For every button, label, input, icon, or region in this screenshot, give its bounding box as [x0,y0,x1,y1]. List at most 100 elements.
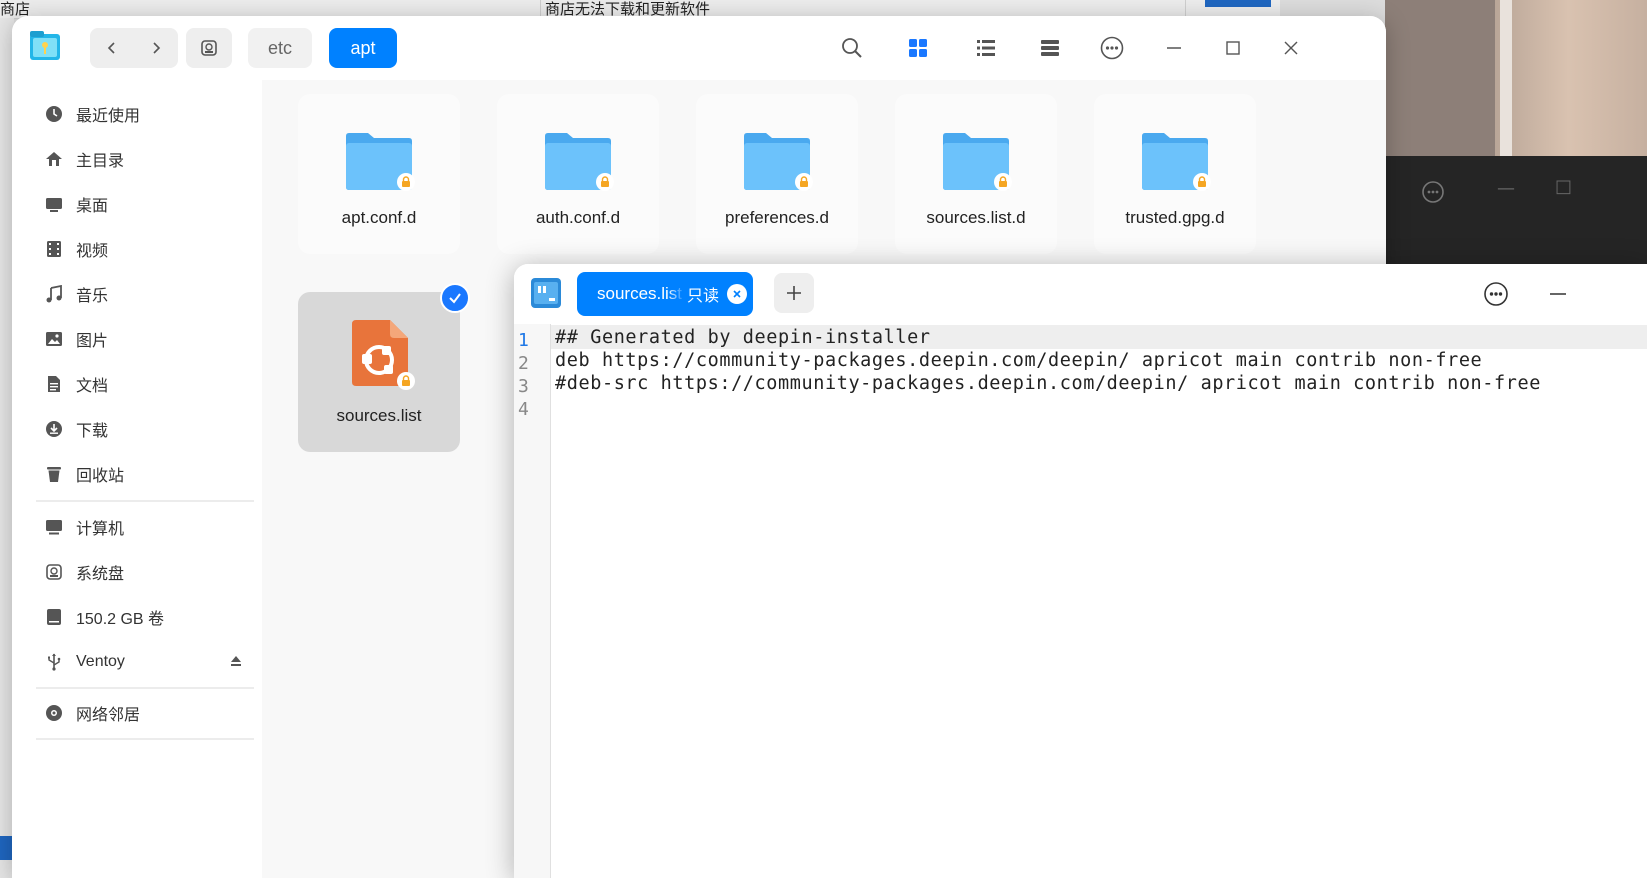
file-name: apt.conf.d [341,208,417,227]
sidebar-divider [36,738,254,740]
close-icon [1284,41,1298,55]
network-icon [44,703,64,723]
detail-view-icon [1041,40,1059,56]
sidebar-item-system-disk[interactable]: 系统盘 [36,552,256,592]
file-item-preferences-d[interactable]: preferences.d [696,94,858,254]
search-icon [842,38,862,58]
file-item-apt-conf-d[interactable]: apt.conf.d [298,94,460,254]
file-item-sources-list-d[interactable]: sources.list.d [895,94,1057,254]
download-icon [44,419,64,439]
sidebar-divider [36,500,254,502]
line-number-gutter: 1 2 3 4 [514,324,551,878]
lock-icon [397,372,415,390]
sidebar: 最近使用 主目录 桌面 视频 音乐 图片 文档 下载 回收站 计算机 系统盘 1… [12,80,262,878]
file-item-auth-conf-d[interactable]: auth.conf.d [497,94,659,254]
sidebar-item-label: 视频 [76,243,109,260]
tab-close-button[interactable] [727,284,747,304]
maximize-icon [1226,41,1240,55]
sidebar-item-trash[interactable]: 回收站 [36,454,256,494]
maximize-icon: □ [1555,176,1573,197]
sidebar-item-label: 主目录 [76,153,125,170]
sidebar-item-computer[interactable]: 计算机 [36,507,256,547]
text-editor-window: sources.list 只读 1 2 3 4 ## Generated by … [514,264,1647,878]
editor-minimize-button[interactable] [1544,280,1572,308]
file-name: auth.conf.d [535,208,621,227]
lock-icon [795,173,813,191]
video-icon [44,239,64,259]
text-editor-app-icon [531,278,561,308]
background-dark-window: — □ [1385,156,1647,278]
navigation-buttons [90,28,178,68]
sidebar-item-label: 文档 [76,378,109,395]
file-item-trusted-gpg-d[interactable]: trusted.gpg.d [1094,94,1256,254]
sidebar-item-network[interactable]: 网络邻居 [36,693,256,733]
breadcrumb-apt[interactable]: apt [329,28,397,68]
sidebar-item-ventoy[interactable]: Ventoy [36,642,256,682]
list-view-button[interactable] [968,30,1004,66]
sidebar-item-documents[interactable]: 文档 [36,364,256,404]
grid-view-icon [909,39,927,57]
minimize-icon: — [1497,178,1515,199]
background-photo [1385,0,1647,160]
tab-filename: sources.list [597,284,683,303]
sidebar-item-label: 下载 [76,423,109,440]
line-number: 2 [518,353,529,374]
sidebar-item-recent[interactable]: 最近使用 [36,94,256,134]
selected-check-icon [440,283,470,313]
lock-icon [994,173,1012,191]
file-name: trusted.gpg.d [1125,208,1225,227]
sidebar-item-downloads[interactable]: 下载 [36,409,256,449]
sidebar-item-label: 音乐 [76,288,109,305]
sidebar-item-label: 网络邻居 [76,707,141,724]
editor-menu-button[interactable] [1482,280,1510,308]
minimize-icon [1167,47,1181,49]
code-line[interactable]: #deb-src https://community-packages.deep… [555,373,1541,394]
new-tab-button[interactable] [774,273,814,313]
chevron-left-icon [107,42,115,54]
lock-icon [596,173,614,191]
sidebar-divider [36,687,254,689]
forward-button[interactable] [134,28,178,68]
sidebar-item-volume[interactable]: 150.2 GB 卷 [36,597,256,637]
sidebar-item-label: Ventoy [76,653,125,670]
computer-icon [44,517,64,537]
file-item-sources-list[interactable]: sources.list [298,283,470,452]
minimize-icon [1550,293,1566,295]
sidebar-item-desktop[interactable]: 桌面 [36,184,256,224]
sidebar-item-videos[interactable]: 视频 [36,229,256,269]
file-manager-titlebar: etc apt [12,16,1386,80]
breadcrumb-etc[interactable]: etc [248,28,312,68]
lock-icon [1193,173,1211,191]
icon-view-button[interactable] [900,30,936,66]
minimize-button[interactable] [1156,30,1192,66]
music-icon [44,284,64,304]
document-icon [44,374,64,394]
editor-tab-sources-list[interactable]: sources.list 只读 [577,272,753,316]
sidebar-item-label: 回收站 [76,468,125,485]
menu-button[interactable] [1094,30,1130,66]
eject-button[interactable] [230,655,242,670]
editor-titlebar: sources.list 只读 [514,264,1647,324]
sidebar-item-home[interactable]: 主目录 [36,139,256,179]
breadcrumb-root-disk[interactable] [186,28,232,68]
code-line[interactable]: deb https://community-packages.deepin.co… [555,350,1482,371]
usb-icon [44,652,64,672]
maximize-button[interactable] [1215,30,1251,66]
disk-icon [201,40,217,56]
tree-view-button[interactable] [1032,30,1068,66]
code-line[interactable]: ## Generated by deepin-installer [555,327,931,348]
picture-icon [44,329,64,349]
volume-icon [44,607,64,627]
home-icon [44,149,64,169]
background-blue-strip [1205,0,1271,7]
sidebar-item-pictures[interactable]: 图片 [36,319,256,359]
sidebar-item-label: 桌面 [76,198,109,215]
chevron-right-icon [153,42,161,54]
more-icon [1100,36,1124,60]
back-button[interactable] [90,28,134,68]
close-button[interactable] [1273,30,1309,66]
more-icon [1422,181,1444,203]
search-button[interactable] [834,30,870,66]
sidebar-item-music[interactable]: 音乐 [36,274,256,314]
sidebar-item-label: 图片 [76,333,109,350]
